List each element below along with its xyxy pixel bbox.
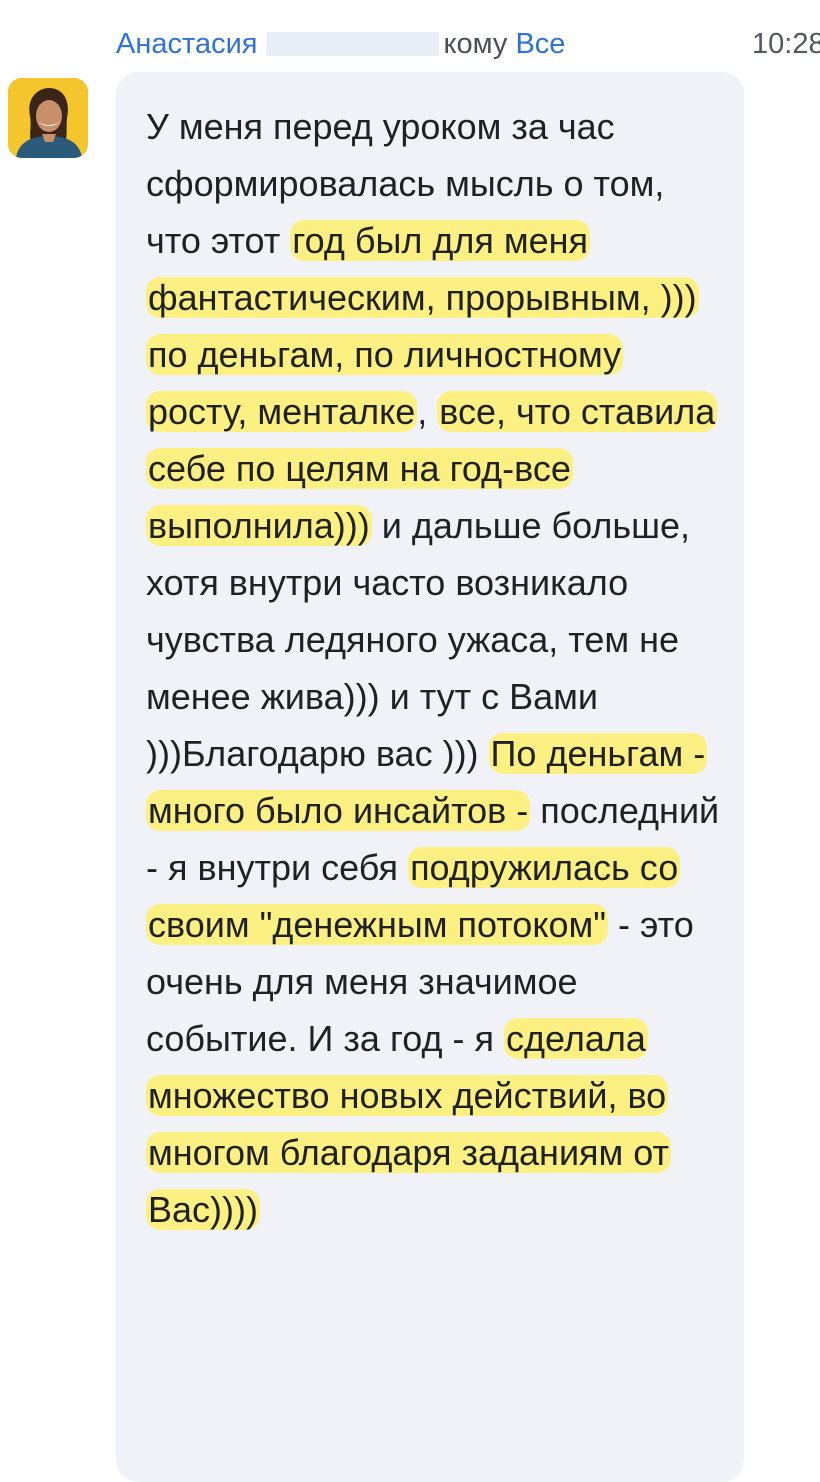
redacted-surname [267, 32, 440, 56]
to-label: кому [443, 28, 508, 60]
avatar[interactable] [8, 78, 88, 158]
sender-name[interactable]: Анастасия [116, 28, 257, 60]
recipient-name[interactable]: Все [515, 28, 565, 60]
message-header: Анастасия кому Все [116, 22, 820, 66]
message-text: У меня перед уроком за час сформировалас… [146, 98, 726, 1238]
message-time: 10:28 [752, 28, 820, 60]
message-text-segment: , [417, 391, 438, 432]
user-avatar-icon [8, 78, 88, 158]
